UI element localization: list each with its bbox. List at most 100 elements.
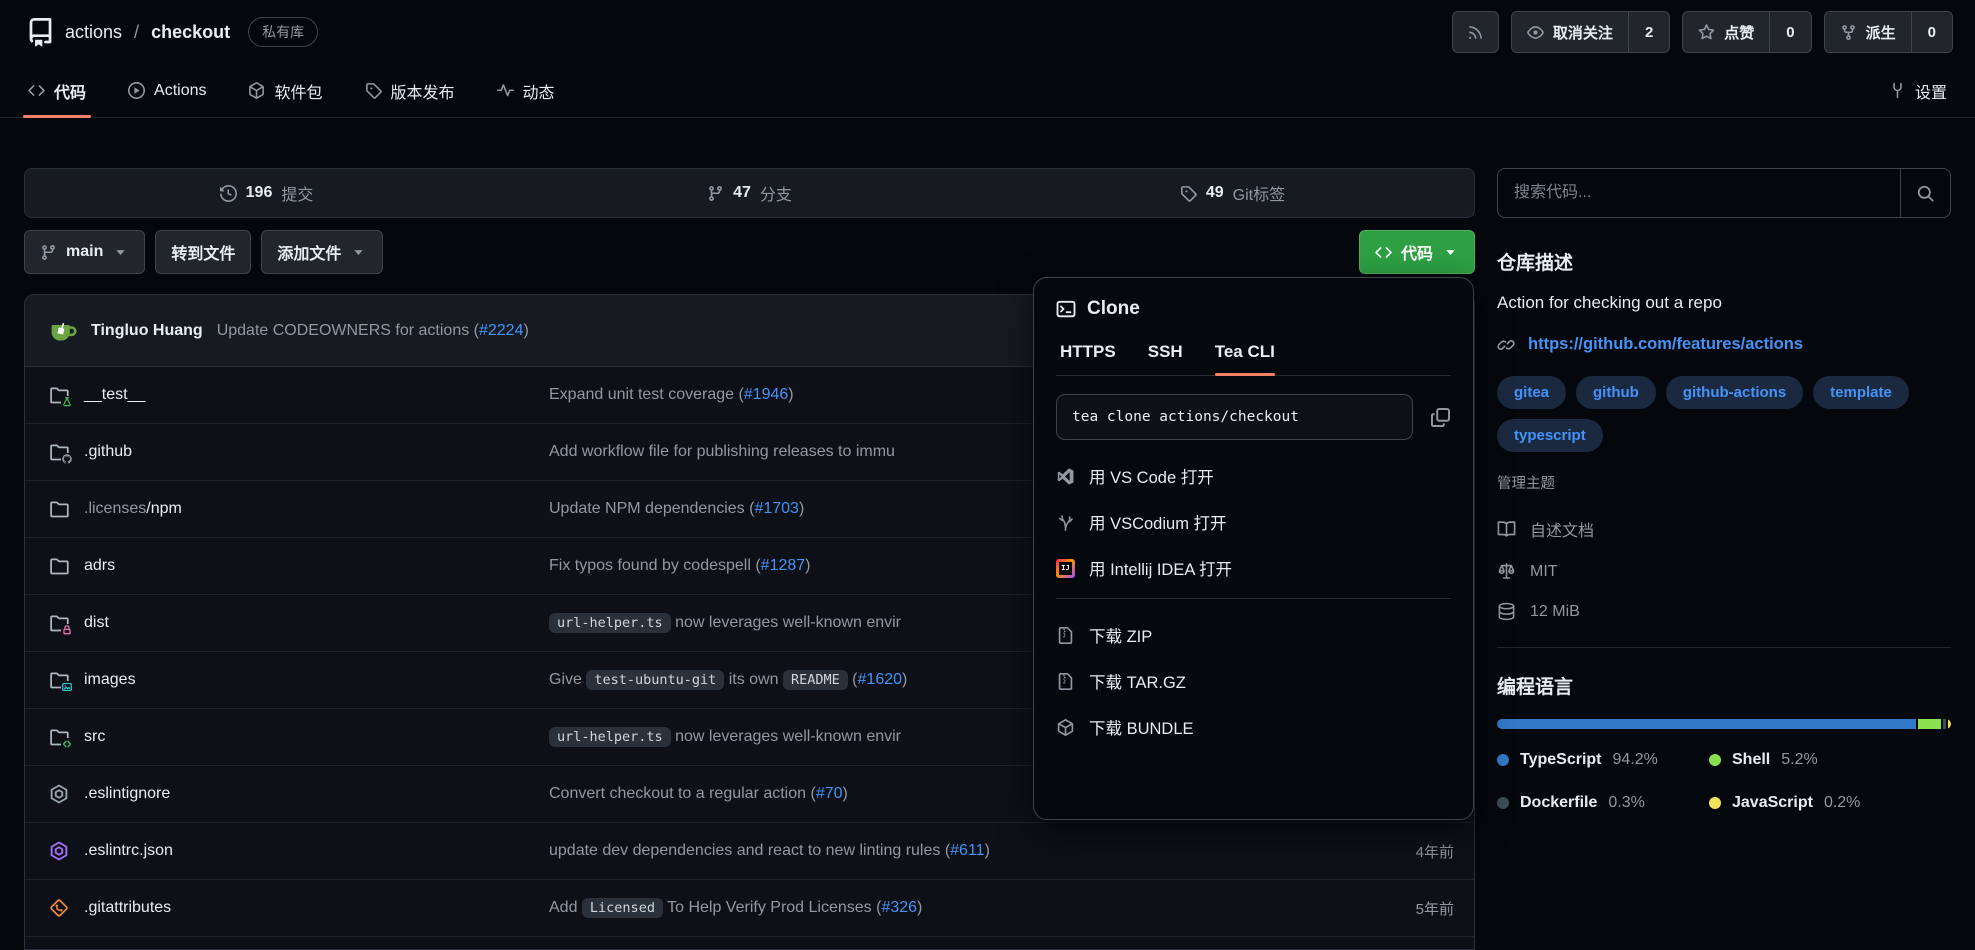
- file-name-cell: .eslintrc.json: [49, 841, 549, 861]
- stars-count[interactable]: 0: [1769, 11, 1811, 53]
- star-button[interactable]: 点赞: [1682, 11, 1769, 53]
- tab-code[interactable]: 代码: [28, 64, 86, 117]
- search-button[interactable]: [1900, 169, 1950, 217]
- tab-actions[interactable]: Actions: [128, 64, 206, 117]
- table-row-partial: [25, 937, 1474, 949]
- topic-gitea[interactable]: gitea: [1497, 376, 1566, 409]
- tab-label: Actions: [154, 82, 206, 100]
- file-commit-date: 4年前: [1349, 841, 1454, 862]
- repo-header: actions / checkout 私有库 取消关注 2 点赞 0 派生: [0, 0, 1975, 64]
- issue-link[interactable]: #326: [881, 899, 917, 916]
- website-row: https://github.com/features/actions: [1497, 335, 1951, 354]
- clone-tab-ssh[interactable]: SSH: [1148, 342, 1183, 375]
- website-link[interactable]: https://github.com/features/actions: [1528, 335, 1803, 354]
- topic-typescript[interactable]: typescript: [1497, 419, 1603, 452]
- language-bar: [1497, 719, 1951, 729]
- branches-stat[interactable]: 47 分支: [508, 169, 991, 217]
- repo-owner-link[interactable]: actions: [65, 22, 122, 43]
- clone-command-input[interactable]: [1056, 394, 1413, 440]
- lang-bar-segment: [1918, 719, 1941, 729]
- issue-link[interactable]: #1287: [761, 557, 806, 574]
- menu-item[interactable]: 下载 ZIP: [1056, 612, 1451, 658]
- menu-item[interactable]: 下载 BUNDLE: [1056, 704, 1451, 750]
- file-name-cell: images: [49, 670, 549, 690]
- file-name-link[interactable]: .gitattributes: [84, 899, 171, 917]
- issue-link[interactable]: #70: [816, 785, 843, 802]
- lang-legend-item[interactable]: JavaScript0.2%: [1709, 794, 1951, 812]
- author-avatar[interactable]: [49, 317, 77, 345]
- menu-item-label: 用 VSCodium 打开: [1089, 510, 1227, 534]
- commits-stat[interactable]: 196 提交: [25, 169, 508, 217]
- tab-label: 设置: [1915, 79, 1947, 103]
- watchers-count[interactable]: 2: [1628, 11, 1670, 53]
- menu-item[interactable]: IJ用 Intellij IDEA 打开: [1056, 545, 1451, 591]
- eslint-gray-icon: [49, 784, 69, 804]
- issue-link[interactable]: #1946: [744, 386, 789, 403]
- unwatch-button[interactable]: 取消关注: [1511, 11, 1628, 53]
- lang-legend-item[interactable]: TypeScript94.2%: [1497, 751, 1709, 769]
- clone-command-row: [1056, 394, 1451, 440]
- search-code-input[interactable]: [1498, 169, 1900, 217]
- history-icon: [220, 185, 237, 202]
- file-name-link[interactable]: .eslintignore: [84, 785, 170, 803]
- menu-item-label: 用 VS Code 打开: [1089, 464, 1214, 488]
- code-icon: [1375, 244, 1392, 261]
- menu-item[interactable]: 用 VS Code 打开: [1056, 453, 1451, 499]
- file-name-link[interactable]: adrs: [84, 557, 115, 575]
- commit-author-link[interactable]: Tingluo Huang: [91, 322, 203, 340]
- menu-item[interactable]: 下载 TAR.GZ: [1056, 658, 1451, 704]
- lang-legend-item[interactable]: Dockerfile0.3%: [1497, 794, 1709, 812]
- file-name-link[interactable]: .github: [84, 443, 132, 461]
- file-name-link[interactable]: dist: [84, 614, 109, 632]
- tab-releases[interactable]: 版本发布: [365, 64, 455, 117]
- file-name-link[interactable]: src: [84, 728, 105, 746]
- tags-stat[interactable]: 49 Git标签: [991, 169, 1474, 217]
- code-button-label: 代码: [1401, 240, 1433, 264]
- clone-tab-tea-cli[interactable]: Tea CLI: [1215, 342, 1275, 375]
- file-name-link[interactable]: .licenses/npm: [84, 500, 182, 518]
- issue-link[interactable]: #1620: [858, 671, 903, 688]
- file-row[interactable]: .eslintrc.jsonupdate dev dependencies an…: [25, 823, 1474, 880]
- file-name-link[interactable]: __test__: [84, 386, 145, 404]
- tab-settings[interactable]: 设置: [1889, 64, 1947, 117]
- forks-count[interactable]: 0: [1911, 11, 1953, 53]
- issue-link[interactable]: #611: [950, 842, 984, 859]
- file-name-cell: __test__: [49, 385, 549, 405]
- file-row[interactable]: .gitattributesAdd Licensed To Help Verif…: [25, 880, 1474, 937]
- lang-legend-item[interactable]: Shell5.2%: [1709, 751, 1951, 769]
- issue-link[interactable]: #2224: [479, 322, 524, 339]
- fork-button[interactable]: 派生: [1824, 11, 1911, 53]
- code-download-button[interactable]: 代码: [1359, 230, 1475, 274]
- file-name-link[interactable]: images: [84, 671, 136, 689]
- menu-item[interactable]: 用 VSCodium 打开: [1056, 499, 1451, 545]
- chevron-down-icon: [350, 244, 367, 261]
- repo-name-link[interactable]: checkout: [151, 22, 230, 43]
- folder-github-icon: [49, 442, 69, 462]
- lang-percent: 0.3%: [1608, 794, 1644, 812]
- file-commit-date: 5年前: [1349, 898, 1454, 919]
- meta-item[interactable]: MIT: [1497, 562, 1951, 581]
- tab-packages[interactable]: 软件包: [248, 64, 322, 117]
- topic-template[interactable]: template: [1813, 376, 1909, 409]
- tab-label: 代码: [54, 79, 86, 103]
- tab-activity[interactable]: 动态: [497, 64, 555, 117]
- manage-topics-link[interactable]: 管理主题: [1497, 472, 1951, 493]
- vscode-icon: [1056, 467, 1075, 486]
- rss-button[interactable]: [1452, 11, 1499, 53]
- copy-button[interactable]: [1430, 407, 1451, 428]
- meta-item[interactable]: 自述文档: [1497, 517, 1951, 541]
- repo-action-buttons: 取消关注 2 点赞 0 派生 0: [1452, 11, 1953, 53]
- topic-github-actions[interactable]: github-actions: [1666, 376, 1803, 409]
- clone-tab-https[interactable]: HTTPS: [1060, 342, 1116, 375]
- folder-test-icon: [49, 385, 69, 405]
- eslint-purple-icon: [49, 841, 69, 861]
- meta-item[interactable]: 12 MiB: [1497, 602, 1951, 621]
- topic-github[interactable]: github: [1576, 376, 1656, 409]
- branch-selector[interactable]: main: [24, 230, 145, 274]
- issue-link[interactable]: #1703: [754, 500, 799, 517]
- fork-button-group: 派生 0: [1824, 11, 1953, 53]
- file-name-cell: .github: [49, 442, 549, 462]
- file-name-link[interactable]: .eslintrc.json: [84, 842, 173, 860]
- add-file-button[interactable]: 添加文件: [261, 230, 383, 274]
- go-to-file-button[interactable]: 转到文件: [155, 230, 251, 274]
